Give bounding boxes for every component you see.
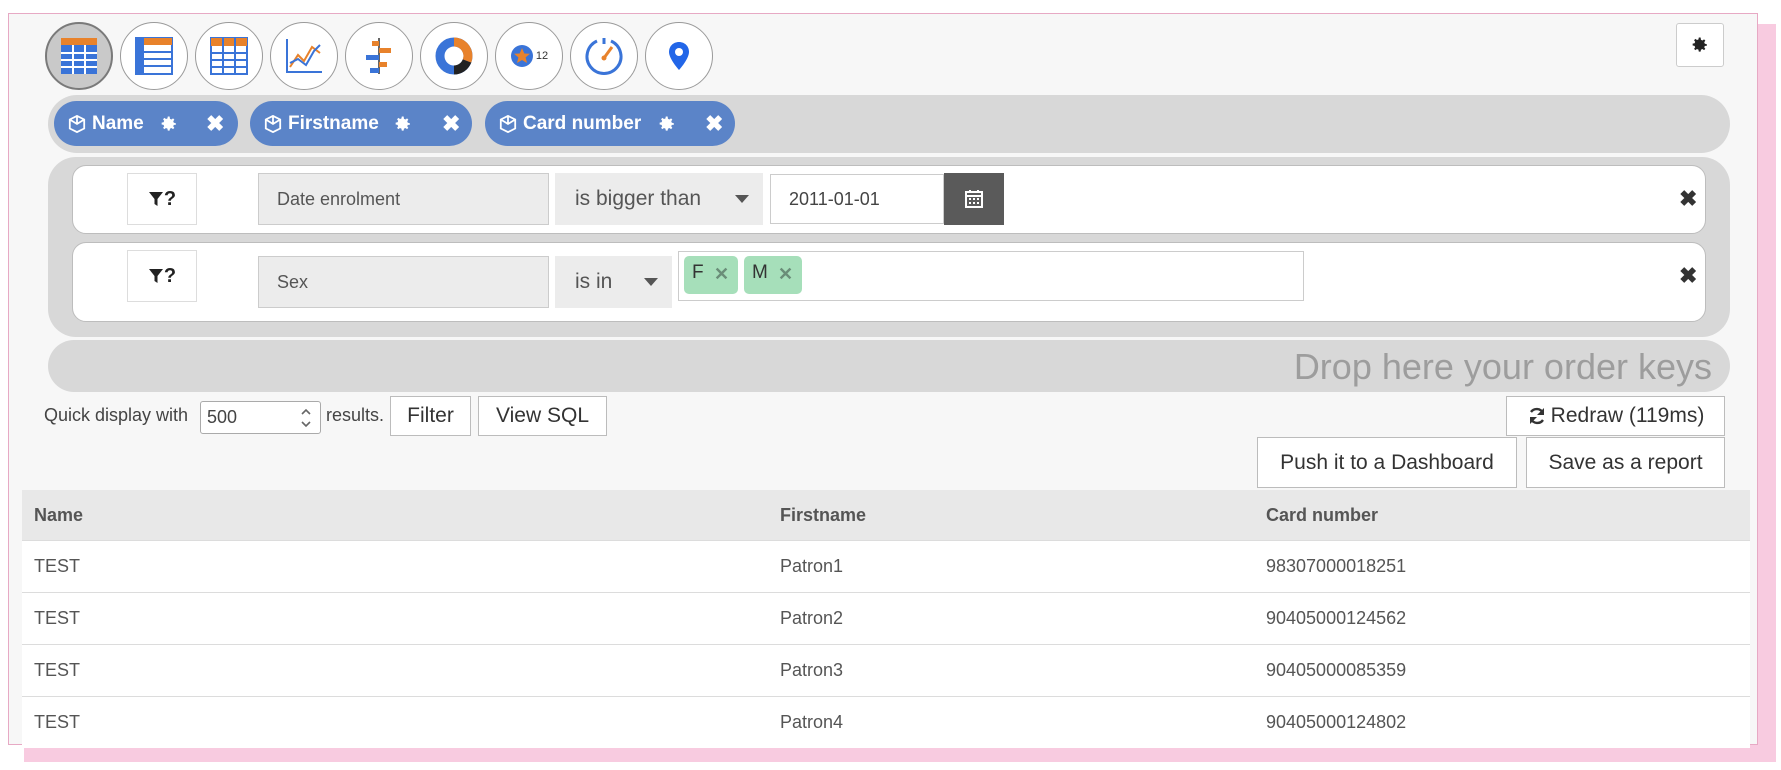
tag-m: M ✕ [744, 256, 802, 294]
table-view-button[interactable] [45, 22, 113, 90]
key-settings-icon[interactable] [394, 115, 412, 133]
quick-display-prefix: Quick display with [44, 405, 189, 425]
cell-card-number: 90405000085359 [1254, 644, 1750, 697]
remove-tag-icon[interactable]: ✕ [714, 264, 729, 285]
refresh-icon [1529, 407, 1544, 425]
key-label: Firstname [288, 112, 379, 134]
key-label: Name [92, 112, 144, 134]
operator-label: is bigger than [575, 187, 702, 210]
map-button[interactable] [645, 22, 713, 90]
result-limit-input[interactable]: 500 [200, 401, 321, 434]
push-to-dashboard-button[interactable]: Push it to a Dashboard [1257, 437, 1517, 488]
gear-icon [1692, 37, 1707, 52]
line-chart-button[interactable] [270, 22, 338, 90]
date-input[interactable]: 2011-01-01 [770, 174, 944, 224]
order-keys-dropzone[interactable]: Drop here your order keys [48, 340, 1730, 392]
cell-firstname: Patron2 [768, 592, 1254, 645]
filter-toggle-button[interactable]: ? [127, 250, 197, 302]
funnel-icon [148, 269, 163, 283]
table-view-icon [61, 38, 97, 74]
column-header-name[interactable]: Name [22, 490, 768, 541]
donut-chart-button[interactable] [420, 22, 488, 90]
bar-chart-button[interactable] [345, 22, 413, 90]
table-row: TEST Patron2 90405000124562 [22, 592, 1750, 645]
cell-name: TEST [22, 592, 768, 645]
key-pill-name[interactable]: Name ✖ [54, 101, 238, 146]
cell-name: TEST [22, 696, 768, 748]
filter-toggle-button[interactable]: ? [127, 173, 197, 225]
table-row: TEST Patron3 90405000085359 [22, 644, 1750, 697]
order-placeholder: Drop here your order keys [1293, 346, 1712, 387]
map-marker-icon [669, 42, 689, 70]
cell-card-number: 90405000124562 [1254, 592, 1750, 645]
table-header-row: Name Firstname Card number [22, 490, 1750, 541]
operator-label: is in [575, 270, 613, 293]
column-header-card-number[interactable]: Card number [1254, 490, 1750, 541]
remove-key-icon[interactable]: ✖ [206, 111, 224, 137]
cell-card-number: 90405000124802 [1254, 696, 1750, 748]
cell-name: TEST [22, 540, 768, 593]
tag-label: M [752, 262, 768, 283]
filter-row-sex: ? Sex is in F ✕ M ✕ ✖ [72, 242, 1706, 322]
remove-filter-icon[interactable]: ✖ [1679, 186, 1697, 212]
view-sql-button[interactable]: View SQL [478, 396, 607, 436]
key-settings-icon[interactable] [160, 115, 178, 133]
pivot-table-icon [210, 37, 248, 75]
filter-button[interactable]: Filter [390, 396, 471, 436]
cell-card-number: 98307000018251 [1254, 540, 1750, 593]
calendar-button[interactable] [944, 173, 1004, 225]
tag-input[interactable]: F ✕ M ✕ [678, 251, 1304, 301]
cell-firstname: Patron1 [768, 540, 1254, 593]
remove-filter-icon[interactable]: ✖ [1679, 263, 1697, 289]
filter-field: Sex [258, 256, 549, 308]
filter-row-date-enrolment: ? Date enrolment is bigger than 2011-01-… [72, 165, 1706, 234]
calendar-icon [965, 190, 983, 208]
tag-label: F [692, 262, 704, 283]
quick-display-suffix: results. [326, 405, 385, 425]
key-pill-firstname[interactable]: Firstname ✖ [250, 101, 472, 146]
bar-chart-icon [366, 38, 391, 74]
operator-select[interactable]: is in [555, 256, 672, 308]
line-chart-icon [286, 39, 322, 73]
cell-firstname: Patron3 [768, 644, 1254, 697]
cell-firstname: Patron4 [768, 696, 1254, 748]
list-view-icon [135, 37, 173, 75]
cell-name: TEST [22, 644, 768, 697]
pivot-table-button[interactable] [195, 22, 263, 90]
list-view-button[interactable] [120, 22, 188, 90]
table-row: TEST Patron4 90405000124802 [22, 696, 1750, 748]
funnel-label: ? [163, 187, 177, 210]
cube-icon [264, 114, 282, 133]
caret-down-icon [735, 195, 749, 203]
key-settings-icon[interactable] [658, 115, 676, 133]
funnel-icon [148, 192, 163, 206]
table-row: TEST Patron1 98307000018251 [22, 540, 1750, 593]
operator-select[interactable]: is bigger than [555, 173, 763, 225]
key-label: Card number [523, 112, 642, 134]
gauge-icon [585, 38, 623, 75]
redraw-button[interactable]: Redraw (119ms) [1506, 396, 1725, 436]
cube-icon [68, 114, 86, 133]
number-badge-icon [510, 45, 533, 67]
donut-chart-icon [435, 37, 473, 75]
key-pill-card-number[interactable]: Card number ✖ [485, 101, 735, 146]
settings-button[interactable] [1676, 23, 1724, 67]
remove-tag-icon[interactable]: ✕ [778, 264, 793, 285]
stepper-icon[interactable] [300, 406, 312, 430]
funnel-label: ? [163, 264, 177, 287]
number-badge-button[interactable]: 12 [495, 22, 563, 90]
remove-key-icon[interactable]: ✖ [705, 111, 723, 137]
redraw-label: Redraw (119ms) [1550, 404, 1705, 427]
results-table: Name Firstname Card number TEST Patron1 … [22, 490, 1750, 748]
badge-count: 12 [535, 50, 549, 62]
remove-key-icon[interactable]: ✖ [442, 111, 460, 137]
filter-field: Date enrolment [258, 173, 549, 225]
caret-down-icon [644, 278, 658, 286]
tag-f: F ✕ [684, 256, 738, 294]
column-header-firstname[interactable]: Firstname [768, 490, 1254, 541]
result-limit-value: 500 [207, 407, 238, 427]
cube-icon [499, 114, 517, 133]
gauge-button[interactable] [570, 22, 638, 90]
save-as-report-button[interactable]: Save as a report [1526, 437, 1725, 488]
